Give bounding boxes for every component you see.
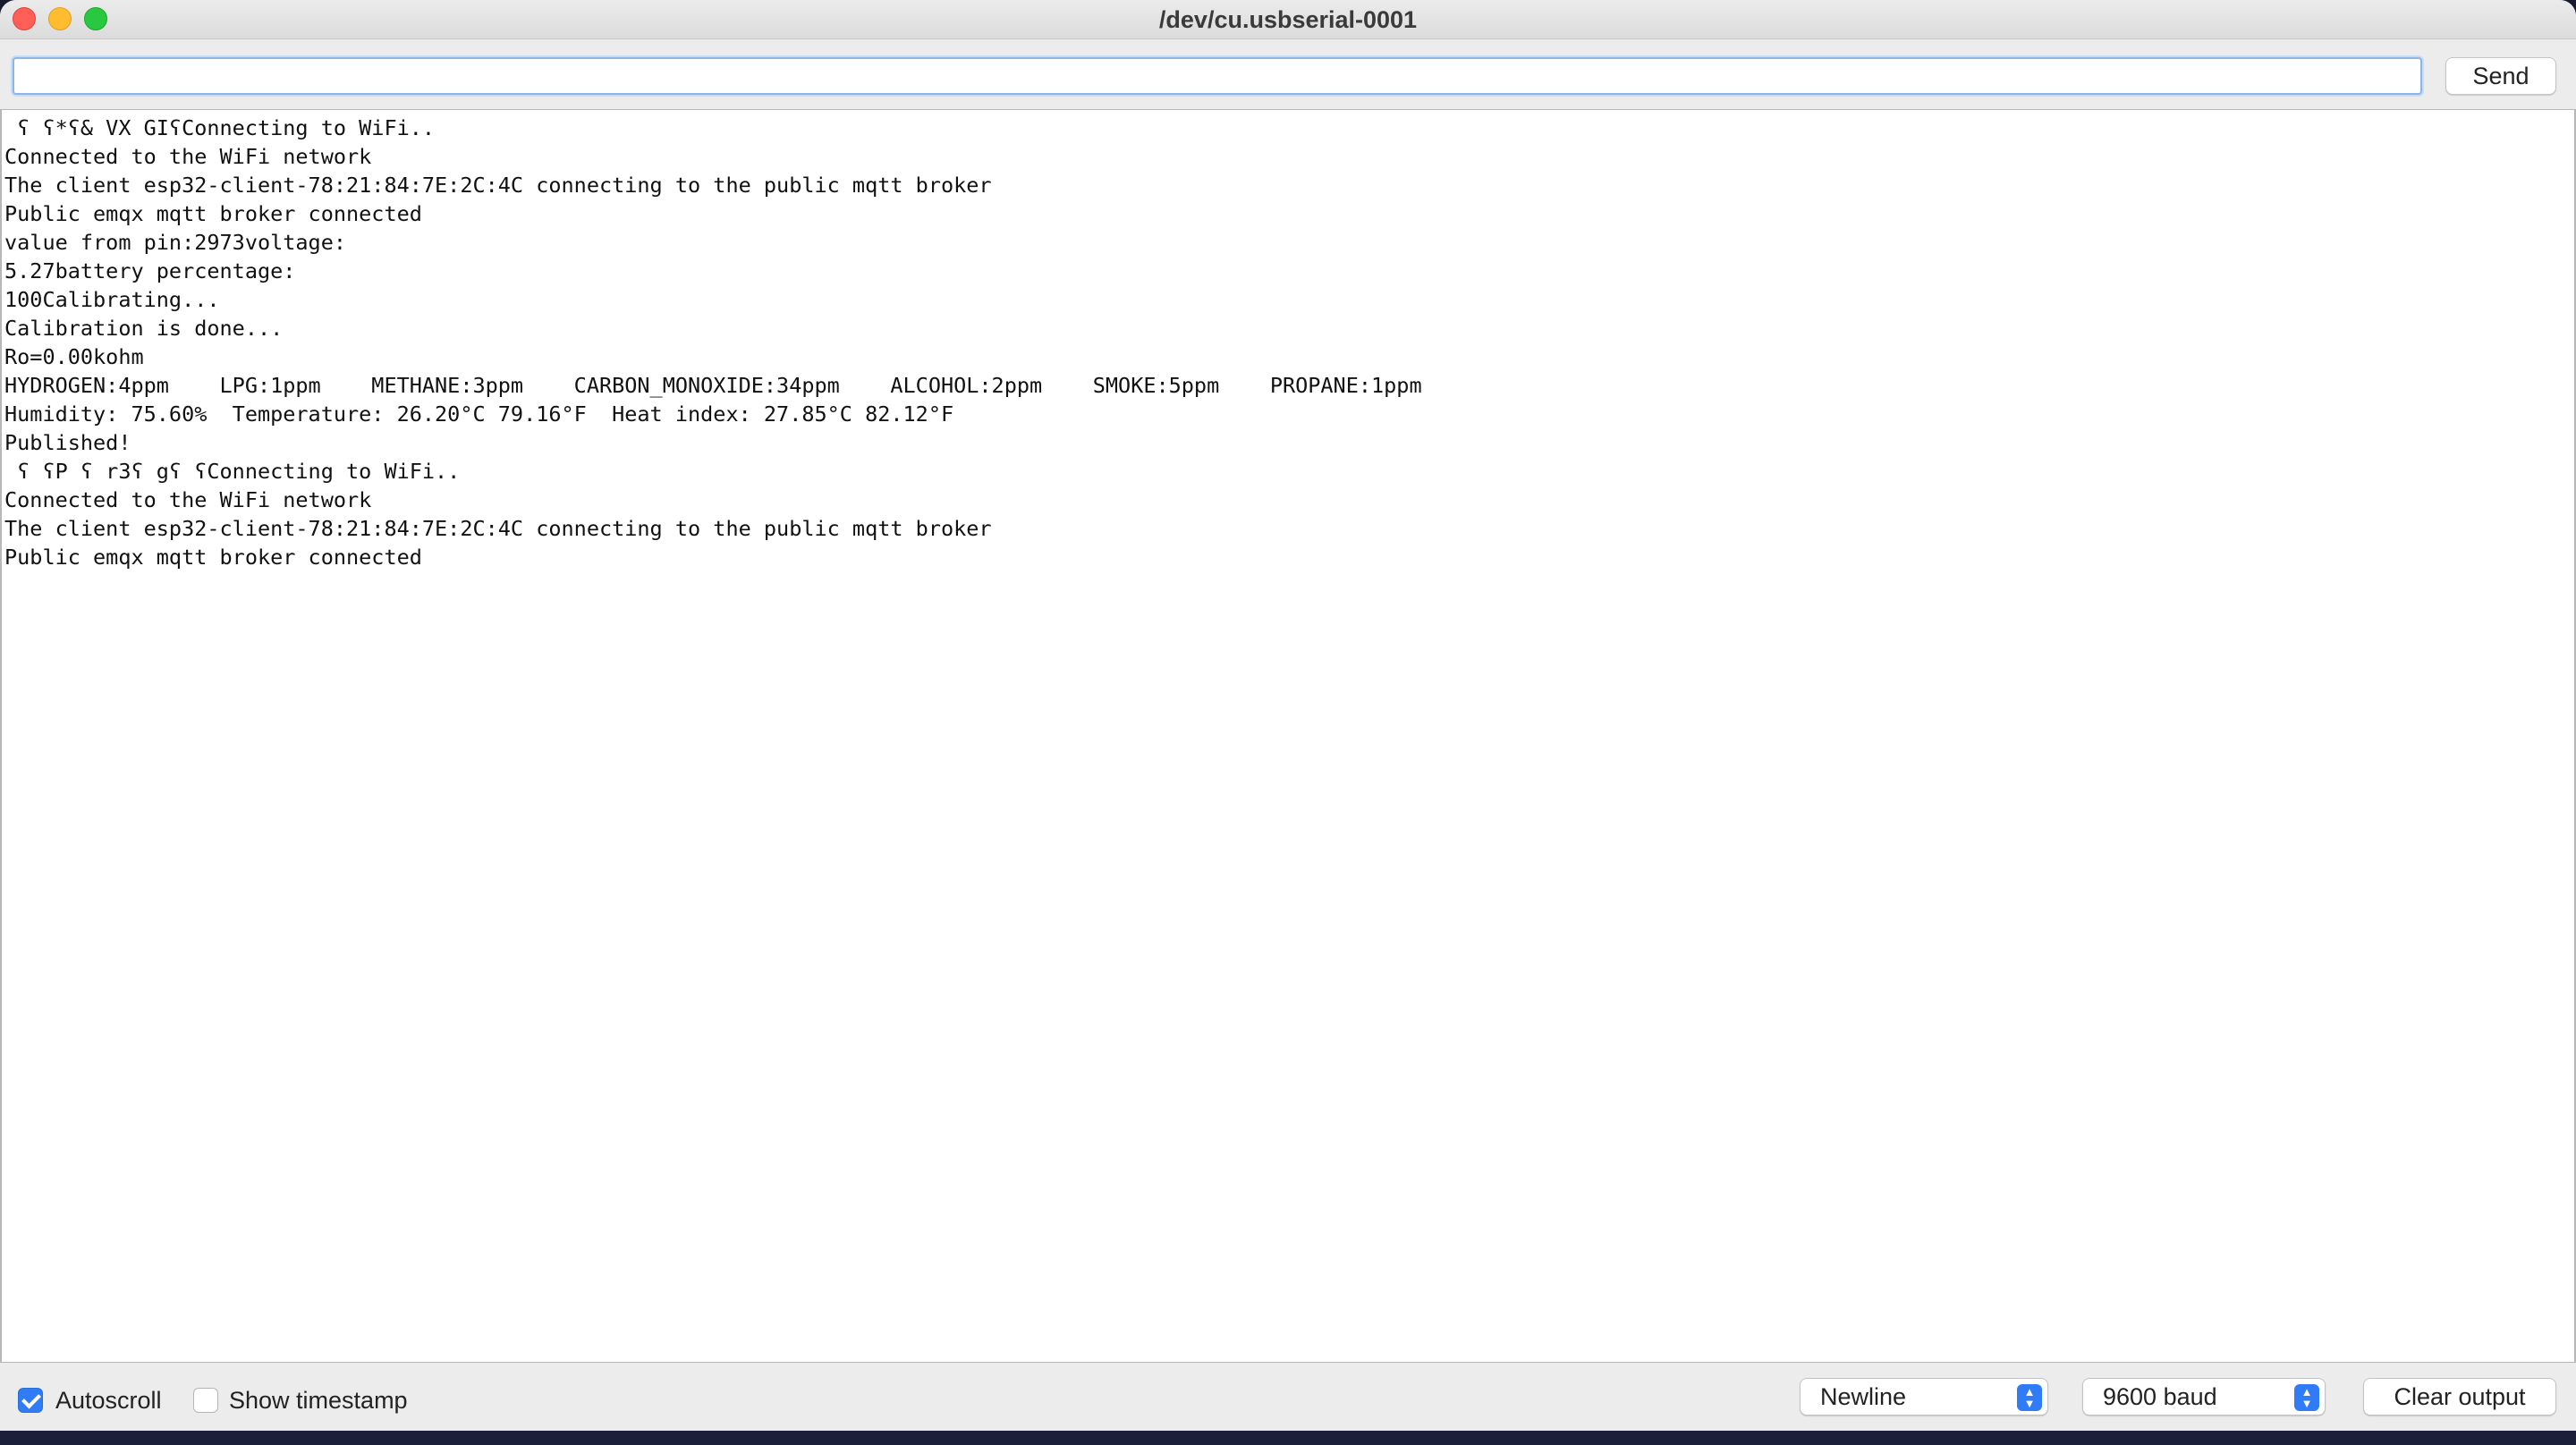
output-line: The client esp32-client-78:21:84:7E:2C:4…	[4, 516, 992, 541]
title-bar: /dev/cu.usbserial-0001	[0, 0, 2576, 39]
clear-output-button[interactable]: Clear output	[2363, 1378, 2556, 1415]
baud-rate-value: 9600 baud	[2103, 1383, 2217, 1410]
window-title: /dev/cu.usbserial-0001	[1158, 6, 1418, 33]
chevron-updown-icon: ▲ ▼	[2294, 1384, 2319, 1411]
chevron-updown-icon: ▲ ▼	[2017, 1384, 2042, 1411]
output-line: HYDROGEN:4ppm LPG:1ppm METHANE:3ppm CARB…	[4, 373, 1422, 398]
line-ending-select[interactable]: Newline ▲ ▼	[1800, 1378, 2048, 1415]
output-line: Calibration is done...	[4, 316, 284, 341]
output-line: value from pin:2973voltage:	[4, 230, 347, 255]
show-timestamp-checkbox[interactable]	[193, 1388, 218, 1413]
serial-input-field[interactable]	[13, 57, 2422, 95]
output-line: The client esp32-client-78:21:84:7E:2C:4…	[4, 173, 992, 198]
output-line: 100Calibrating...	[4, 287, 220, 312]
serial-output-area[interactable]: ʕ ʕ*ʕ& VX GIʕConnecting to WiFi.. Connec…	[0, 109, 2576, 1363]
output-line: Public emqx mqtt broker connected	[4, 545, 422, 570]
output-line: Connected to the WiFi network	[4, 144, 372, 169]
bottom-toolbar: Autoscroll Show timestamp Newline ▲ ▼ 960…	[0, 1363, 2576, 1431]
output-line: Ro=0.00kohm	[4, 344, 144, 369]
output-line: Published!	[4, 430, 131, 455]
autoscroll-label[interactable]: Autoscroll	[55, 1384, 162, 1416]
output-line: ʕ ʕ*ʕ& VX GIʕConnecting to WiFi..	[4, 115, 436, 140]
desktop-background	[0, 1431, 2576, 1445]
serial-monitor-window: /dev/cu.usbserial-0001 Send ʕ ʕ*ʕ& VX GI…	[0, 0, 2576, 1431]
output-line: ʕ ʕP ʕ r3ʕ gʕ ʕConnecting to WiFi..	[4, 459, 461, 484]
autoscroll-checkbox[interactable]	[18, 1388, 43, 1413]
output-line: Humidity: 75.60% Temperature: 26.20°C 79…	[4, 401, 954, 427]
send-row: Send	[0, 41, 2576, 109]
line-ending-value: Newline	[1820, 1383, 1907, 1410]
output-line: 5.27battery percentage:	[4, 258, 296, 283]
show-timestamp-label[interactable]: Show timestamp	[229, 1384, 408, 1416]
output-line: Connected to the WiFi network	[4, 487, 372, 512]
send-button[interactable]: Send	[2445, 57, 2556, 95]
baud-rate-select[interactable]: 9600 baud ▲ ▼	[2082, 1378, 2326, 1415]
output-line: Public emqx mqtt broker connected	[4, 201, 422, 226]
